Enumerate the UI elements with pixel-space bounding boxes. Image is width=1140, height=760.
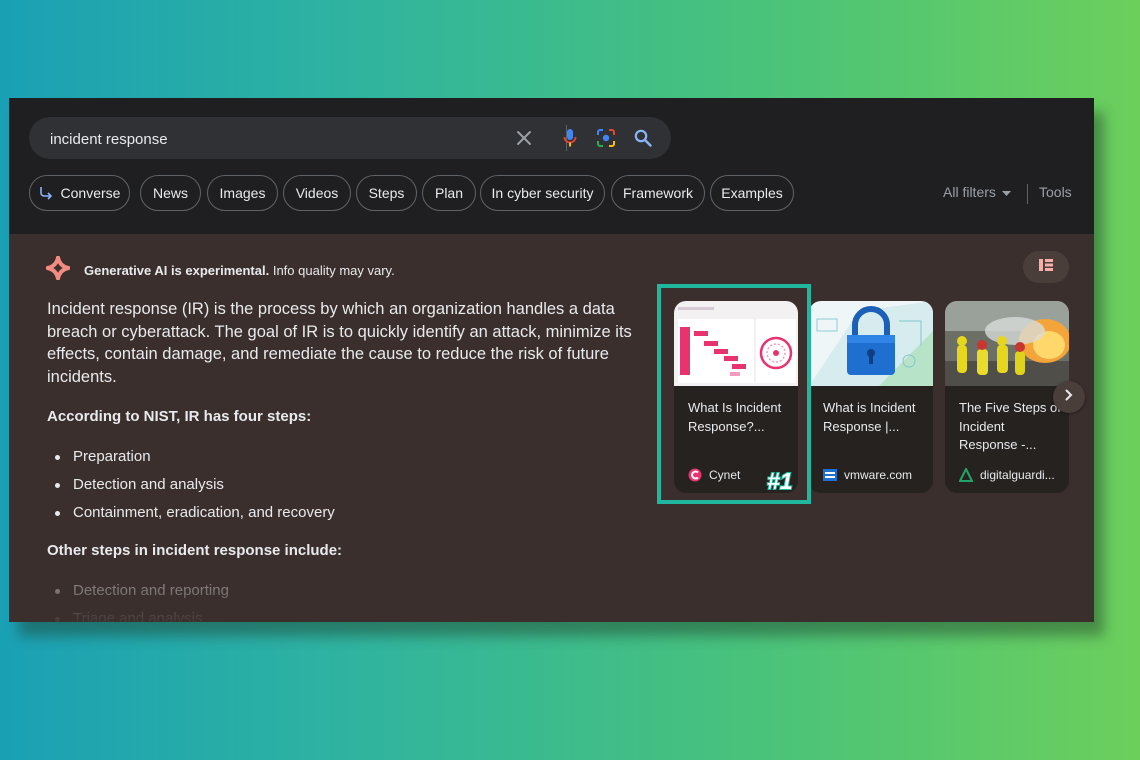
chip-framework[interactable]: Framework: [611, 175, 705, 211]
chip-label: Examples: [721, 185, 783, 201]
ai-disclaimer-bold: Generative AI is experimental.: [84, 263, 270, 278]
card-source-label: vmware.com: [844, 468, 913, 482]
vmware-logo-icon: [823, 468, 837, 482]
chip-label: Steps: [368, 185, 405, 201]
ai-disclaimer: Generative AI is experimental. Info qual…: [84, 263, 395, 278]
chip-images[interactable]: Images: [207, 175, 278, 211]
ai-overview-header: Generative AI is experimental. Info qual…: [45, 255, 395, 285]
card-thumbnail: [809, 301, 933, 386]
list-item: Containment, eradication, and recovery: [47, 499, 335, 527]
nist-steps-heading: According to NIST, IR has four steps:: [47, 408, 312, 425]
carousel-next-button[interactable]: [1053, 381, 1085, 413]
search-icon[interactable]: [631, 126, 655, 150]
card-thumbnail: [674, 301, 798, 386]
source-card-digitalguardian[interactable]: The Five Steps of Incident Response -...…: [945, 301, 1069, 493]
card-source-label: Cynet: [709, 468, 741, 482]
card-source: Cynet: [688, 468, 740, 482]
chip-label: News: [152, 185, 188, 201]
chip-steps[interactable]: Steps: [356, 175, 417, 211]
card-source-label: digitalguardi...: [980, 468, 1055, 482]
generative-ai-sparkle-icon: [45, 255, 71, 285]
chevron-right-icon: [1065, 388, 1073, 406]
chip-label: Converse: [60, 185, 121, 201]
camera-lens-icon[interactable]: [594, 126, 618, 150]
chip-label: Images: [219, 185, 266, 201]
chip-label: Framework: [622, 185, 693, 201]
chip-news[interactable]: News: [140, 175, 201, 211]
chip-in-cyber-security[interactable]: In cyber security: [480, 175, 605, 211]
cynet-logo-icon: [688, 468, 702, 482]
card-source: vmware.com: [823, 468, 912, 482]
tools-divider: [1027, 184, 1028, 204]
ai-disclaimer-rest: Info quality may vary.: [269, 263, 395, 278]
caret-down-icon: [1001, 184, 1011, 200]
ai-overview-text: Incident response (IR) is the process by…: [47, 298, 637, 622]
microphone-icon[interactable]: [558, 126, 582, 150]
search-box[interactable]: [29, 117, 671, 161]
layout-toggle-button[interactable]: [1023, 251, 1069, 283]
chip-converse[interactable]: Converse: [29, 175, 130, 211]
source-card-vmware[interactable]: What is Incident Response |... vmware.co…: [809, 301, 933, 493]
all-filters-button[interactable]: All filters: [943, 184, 1011, 200]
list-item: Preparation: [47, 443, 335, 471]
nist-steps-list: Preparation Detection and analysis Conta…: [47, 443, 335, 527]
other-steps-list: Detection and reporting Triage and analy…: [47, 577, 229, 622]
chip-videos[interactable]: Videos: [283, 175, 351, 211]
card-title: What Is Incident Response?...: [688, 400, 782, 434]
search-results-window: Converse News Images Videos Steps Plan I…: [9, 98, 1094, 622]
card-source: digitalguardi...: [959, 468, 1055, 482]
card-title: The Five Steps of Incident Response -...: [959, 400, 1061, 452]
chip-label: Plan: [434, 185, 464, 201]
card-title: What is Incident Response |...: [823, 400, 916, 434]
converse-arrow-icon: [39, 186, 53, 200]
chip-label: In cyber security: [491, 185, 594, 201]
source-card-cynet[interactable]: What Is Incident Response?... Cynet: [674, 301, 798, 493]
list-item: Detection and reporting: [47, 577, 229, 605]
ai-intro-paragraph: Incident response (IR) is the process by…: [47, 300, 632, 386]
digitalguardian-logo-icon: [959, 468, 973, 482]
rank-badge: #1: [766, 467, 794, 495]
other-steps-heading: Other steps in incident response include…: [47, 542, 343, 559]
clear-icon[interactable]: [512, 126, 536, 150]
chip-label: Videos: [295, 185, 339, 201]
chip-plan[interactable]: Plan: [422, 175, 476, 211]
layout-panel-icon: [1039, 258, 1053, 276]
tools-button[interactable]: Tools: [1039, 184, 1072, 200]
all-filters-label: All filters: [943, 184, 996, 200]
list-item: Detection and analysis: [47, 471, 335, 499]
list-item: Triage and analysis: [47, 605, 229, 622]
chip-examples[interactable]: Examples: [710, 175, 794, 211]
search-input[interactable]: [48, 117, 512, 161]
card-thumbnail: [945, 301, 1069, 386]
search-header: Converse News Images Videos Steps Plan I…: [9, 98, 1094, 234]
